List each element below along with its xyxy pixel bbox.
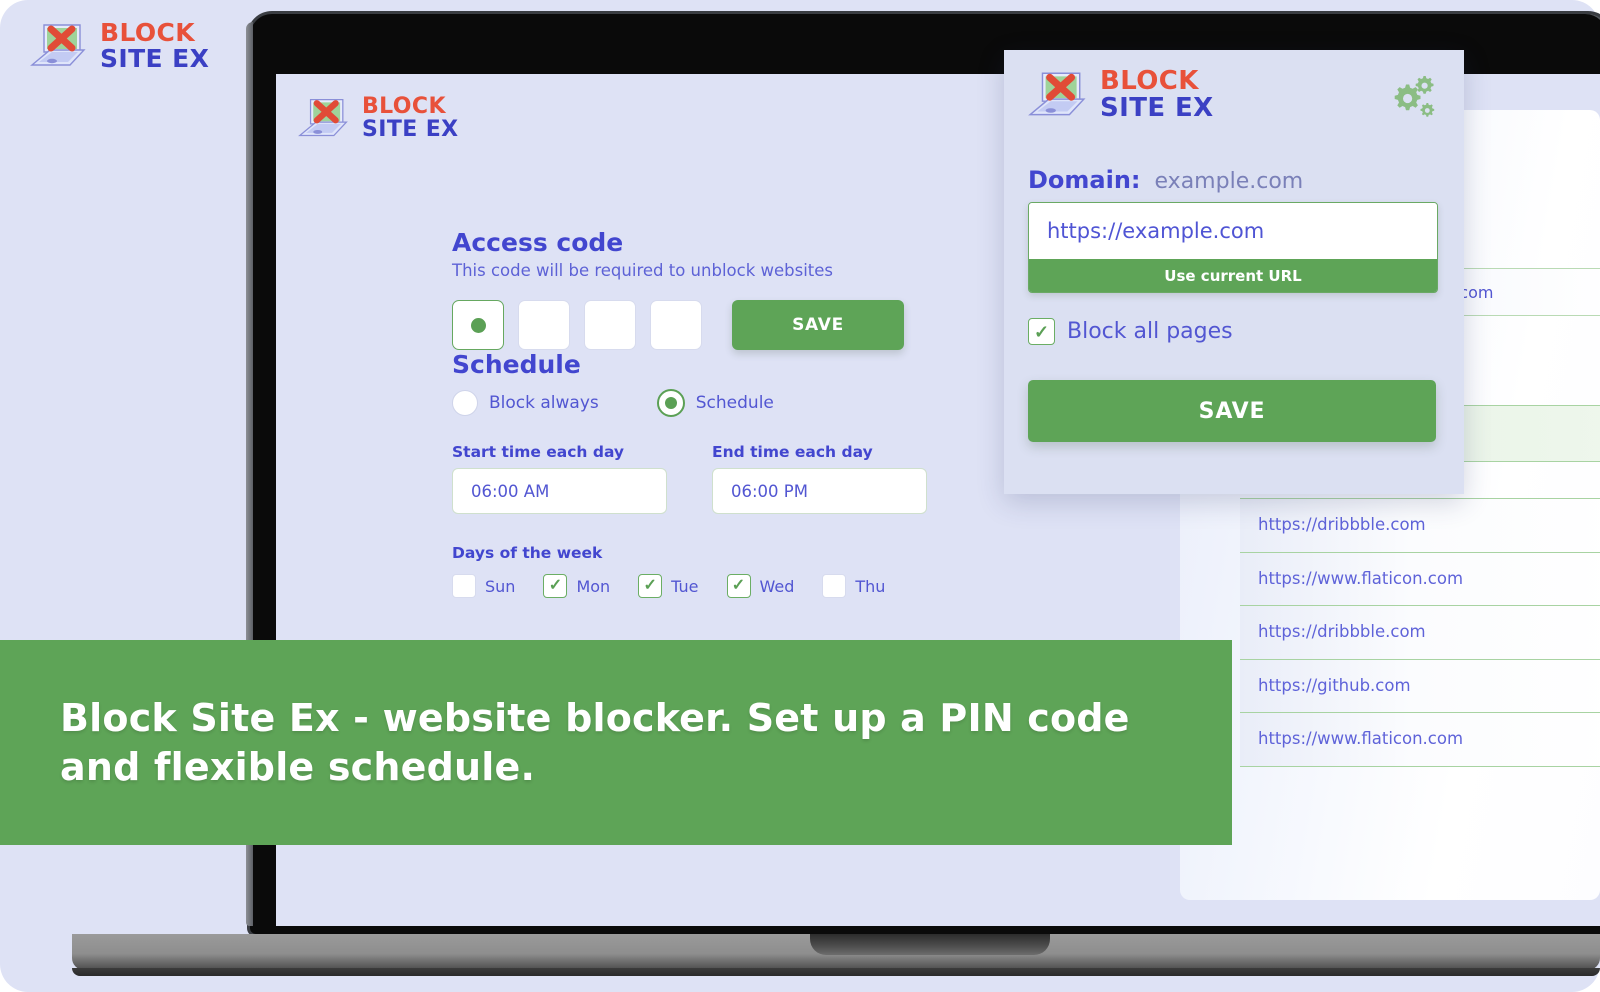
day-checkbox-thu[interactable]: Thu [822, 574, 885, 598]
popup-url-field: Use current URL [1028, 202, 1438, 293]
pin-dot-icon [470, 317, 486, 333]
schedule-title: Schedule [452, 350, 581, 379]
checkbox-icon[interactable] [822, 574, 847, 598]
brand-wordmark: BLOCK SITE EX [100, 20, 209, 71]
brand-line-site-ex: SITE EX [1100, 92, 1214, 123]
brand-line-site-ex: SITE EX [100, 43, 210, 73]
brand-wordmark: BLOCK SITE EX [1100, 68, 1214, 121]
day-label-wed: Wed [759, 576, 795, 596]
blocked-url-list: https://dribbble.com https://www.flatico… [1240, 498, 1600, 767]
end-time-input[interactable] [713, 469, 926, 513]
pin-digit-2[interactable] [518, 300, 570, 350]
checkbox-checked-icon[interactable]: ✓ [1028, 318, 1055, 345]
checkbox-checked-icon[interactable]: ✓ [543, 574, 568, 598]
brand-line-block: BLOCK [362, 94, 446, 120]
radio-circle-icon [452, 390, 478, 416]
day-label-mon: Mon [576, 576, 611, 596]
brand-wordmark: BLOCK SITE EX [362, 94, 459, 142]
schedule-mode-radio-group: Block always Schedule [452, 389, 922, 417]
day-checkbox-wed[interactable]: ✓ Wed [726, 574, 795, 598]
extension-popup: BLOCK SITE EX Domain: example.com https:… [1004, 50, 1464, 494]
list-item[interactable]: https://dribbble.com [1240, 605, 1600, 659]
radio-block-always[interactable]: Block always [452, 390, 599, 416]
popup-url-input[interactable] [1029, 203, 1437, 259]
radio-block-always-label: Block always [489, 393, 599, 413]
days-of-week-row: Sun ✓ Mon ✓ Tue ✓ Wed Thu [452, 574, 922, 598]
block-all-pages-row[interactable]: ✓ Block all pages [1028, 318, 1233, 345]
access-code-title: Access code [452, 228, 624, 257]
days-of-week-label: Days of the week [452, 544, 603, 562]
brand-line-block: BLOCK [100, 18, 196, 47]
caption-text: Block Site Ex - website blocker. Set up … [60, 695, 1130, 789]
start-time-input[interactable] [453, 469, 666, 513]
domain-value: example.com [1154, 169, 1304, 194]
pin-code-row: SAVE [452, 300, 922, 350]
popup-brand-lockup: BLOCK SITE EX [1028, 68, 1214, 121]
start-time-group: Start time each day [452, 443, 667, 514]
day-label-thu: Thu [855, 576, 886, 596]
day-checkbox-sun[interactable]: Sun [452, 574, 515, 598]
screenshot-root: BLOCK SITE EX BLOCK SITE EX Access code … [0, 0, 1600, 992]
radio-schedule-label: Schedule [695, 393, 774, 413]
pin-digit-1[interactable] [452, 300, 504, 350]
popup-save-button[interactable]: SAVE [1028, 380, 1436, 442]
end-time-label: End time each day [712, 443, 873, 461]
access-code-subtitle: This code will be required to unblock we… [452, 261, 834, 280]
list-item[interactable]: https://www.flaticon.com [1240, 551, 1600, 606]
radio-schedule[interactable]: Schedule [656, 389, 774, 417]
end-time-group: End time each day [712, 443, 927, 514]
options-brand-lockup: BLOCK SITE EX [298, 94, 459, 142]
start-time-field[interactable] [452, 468, 667, 514]
app-brand-lockup: BLOCK SITE EX [30, 20, 209, 71]
brand-line-block: BLOCK [1100, 66, 1199, 96]
laptop-base-notch [810, 934, 1050, 955]
gear-icon[interactable] [1382, 74, 1438, 122]
use-current-url-button[interactable]: Use current URL [1029, 259, 1437, 292]
start-time-label: Start time each day [452, 443, 625, 461]
laptop-with-red-x-icon [298, 96, 350, 141]
time-range-row: Start time each day End time each day [452, 443, 927, 514]
day-checkbox-tue[interactable]: ✓ Tue [638, 574, 699, 598]
laptop-base-shadow [72, 968, 1600, 976]
options-form: Access code This code will be required t… [452, 228, 927, 598]
access-code-save-button[interactable]: SAVE [732, 300, 904, 350]
brand-line-site-ex: SITE EX [362, 116, 459, 142]
checkbox-checked-icon[interactable]: ✓ [638, 574, 663, 598]
pin-digit-3[interactable] [584, 300, 636, 350]
list-item[interactable]: https://github.com [1240, 658, 1600, 713]
list-item[interactable]: https://dribbble.com [1240, 498, 1600, 552]
pin-digit-4[interactable] [650, 300, 702, 350]
caption-banner: Block Site Ex - website blocker. Set up … [0, 640, 1232, 845]
end-time-field[interactable] [712, 468, 927, 514]
domain-label: Domain: [1028, 166, 1141, 194]
laptop-with-red-x-icon [1028, 69, 1088, 121]
day-label-tue: Tue [671, 576, 699, 596]
day-label-sun: Sun [485, 576, 516, 596]
block-all-pages-label: Block all pages [1067, 319, 1233, 344]
laptop-with-red-x-icon [30, 21, 88, 71]
domain-row: Domain: example.com [1028, 166, 1303, 194]
radio-circle-selected-icon [656, 389, 685, 417]
checkbox-icon[interactable] [452, 574, 476, 598]
day-checkbox-mon[interactable]: ✓ Mon [543, 574, 610, 598]
list-item[interactable]: https://www.flaticon.com [1240, 712, 1600, 767]
checkbox-checked-icon[interactable]: ✓ [726, 574, 751, 598]
